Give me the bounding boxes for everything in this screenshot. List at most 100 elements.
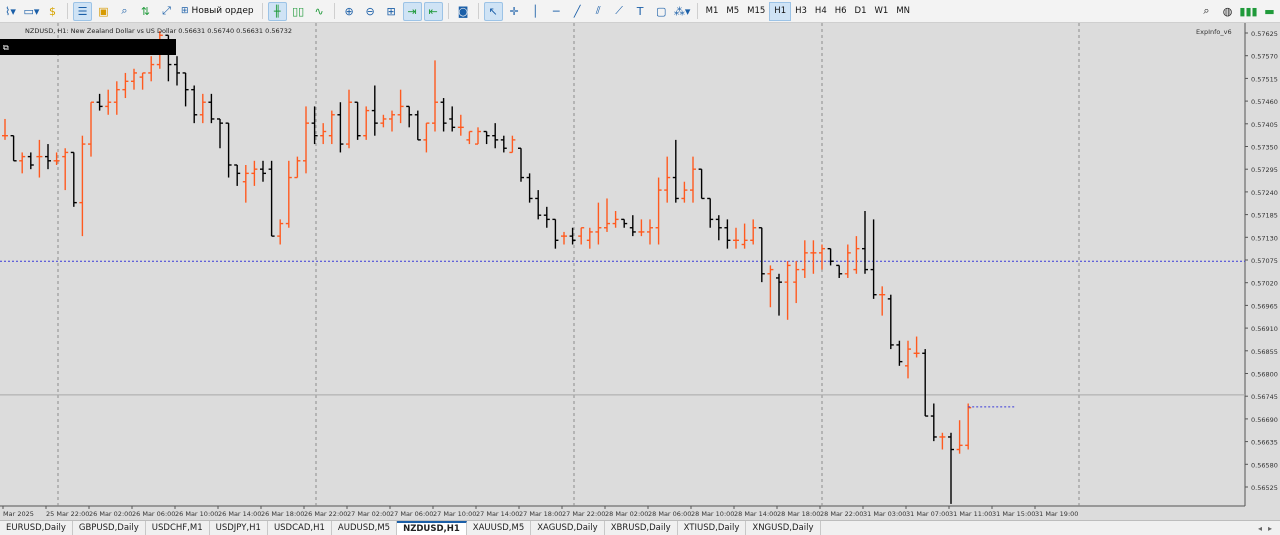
price-tick-label: 0.57240	[1251, 189, 1278, 197]
symbol-info-line: NZDUSD, H1: New Zealand Dollar vs US Dol…	[25, 27, 292, 35]
battery-icon[interactable]: ▬	[1260, 2, 1279, 21]
time-tick-label: 26 Mar 14:00	[218, 510, 261, 518]
signal-icon[interactable]: ▮▮▮	[1239, 2, 1258, 21]
time-tick-label: 31 Mar 03:00	[863, 510, 906, 518]
candlestick-icon[interactable]: ▯▯	[289, 2, 308, 21]
price-tick-label: 0.56580	[1251, 461, 1278, 469]
fibonacci-icon[interactable]: ⟋	[610, 2, 629, 21]
channel-icon[interactable]: ⫽	[589, 2, 608, 21]
zoom-in-icon[interactable]: ⊕	[340, 2, 359, 21]
new-order-button[interactable]: ⊞ Новый ордер	[177, 2, 258, 21]
new-order-label: Новый ордер	[191, 6, 254, 16]
time-tick-label: 31 Mar 15:00	[992, 510, 1035, 518]
time-tick-label: 28 Mar 18:00	[777, 510, 820, 518]
restore-panel-icon[interactable]: ⧉	[3, 43, 9, 52]
chart-tab[interactable]: EURUSD,Daily	[0, 521, 73, 535]
grid-icon[interactable]: ⊞	[382, 2, 401, 21]
timeframe-mn[interactable]: MN	[892, 2, 914, 21]
price-chart[interactable]: 0.57625 0.57570 0.57515 0.57460 0.57405 0.573…	[0, 23, 1280, 520]
trend-line-icon[interactable]: ╱	[568, 2, 587, 21]
price-tick-label: 0.57020	[1251, 280, 1278, 288]
vertical-line-icon[interactable]: │	[526, 2, 545, 21]
chart-tab[interactable]: NZDUSD,H1	[397, 521, 467, 535]
tab-scroll: ◂ ▸	[1258, 521, 1280, 535]
time-tick-label: 31 Mar 11:00	[949, 510, 992, 518]
price-tick-label: 0.57625	[1251, 30, 1278, 38]
price-tick-label: 0.57075	[1251, 257, 1278, 265]
scroll-right-icon[interactable]: ▸	[1268, 524, 1272, 533]
price-tick-label: 0.57350	[1251, 144, 1278, 152]
timeframe-h1[interactable]: H1	[769, 1, 792, 21]
chart-tab[interactable]: USDCAD,H1	[268, 521, 332, 535]
chart-area[interactable]: 0.57625 0.57570 0.57515 0.57460 0.57405 0.573…	[0, 23, 1280, 520]
chart-tab[interactable]: XBRUSD,Daily	[605, 521, 678, 535]
community-icon[interactable]: ◍	[1218, 2, 1237, 21]
chart-tab[interactable]: AUDUSD,M5	[332, 521, 398, 535]
main-toolbar: ⌇▾ ▭▾ $ ☰ ▣ ⌕ ⇅ ⤢ ⊞ Новый ордер ╫ ▯▯ ∿ ⊕…	[0, 0, 1280, 23]
chart-tab[interactable]: USDCHF,M1	[146, 521, 210, 535]
time-tick-label: 27 Mar 10:00	[433, 510, 476, 518]
search-icon[interactable]: ⌕	[1197, 2, 1216, 21]
time-tick-label: 31 Mar 07:00	[906, 510, 949, 518]
price-tick-label: 0.57515	[1251, 75, 1278, 83]
chart-tab[interactable]: XAGUSD,Daily	[531, 521, 605, 535]
price-tick-label: 0.57295	[1251, 166, 1278, 174]
timeframe-m5[interactable]: M5	[722, 2, 743, 21]
indicator-label: ExpInfo_v6	[1196, 28, 1232, 36]
chart-tab[interactable]: XTIUSD,Daily	[678, 521, 747, 535]
auto-scroll-icon[interactable]: ⇥	[402, 1, 422, 21]
timeframe-h4[interactable]: H4	[811, 2, 831, 21]
time-tick-label: 26 Mar 10:00	[175, 510, 218, 518]
price-tick-label: 0.57130	[1251, 234, 1278, 242]
chart-type-icon[interactable]: ⌇▾	[1, 2, 20, 21]
time-tick-label: 26 Mar 06:00	[132, 510, 175, 518]
price-tick-label: 0.56525	[1251, 484, 1278, 492]
shapes-icon[interactable]: ▢	[652, 2, 671, 21]
one-click-trading-panel[interactable]	[0, 39, 176, 55]
more-tools-icon[interactable]: ⁂▾	[673, 2, 692, 21]
timeframe-w1[interactable]: W1	[871, 2, 893, 21]
toolbar-right: ⌕ ◍ ▮▮▮ ▬	[1196, 2, 1280, 21]
time-tick-label: 28 Mar 10:00	[691, 510, 734, 518]
chart-tab[interactable]: XAUUSD,M5	[467, 521, 532, 535]
algo-trading-icon[interactable]: ⇅	[136, 2, 155, 21]
timeframe-m15[interactable]: M15	[743, 2, 769, 21]
timeframe-m1[interactable]: M1	[702, 2, 723, 21]
price-tick-label: 0.56745	[1251, 393, 1278, 401]
text-icon[interactable]: T	[631, 2, 650, 21]
scroll-left-icon[interactable]: ◂	[1258, 524, 1262, 533]
time-tick-label: 27 Mar 22:00	[562, 510, 605, 518]
data-window-icon[interactable]: ⌕	[115, 2, 134, 21]
timeframe-h3[interactable]: H3	[791, 2, 811, 21]
time-tick-label: 31 Mar 19:00	[1035, 510, 1078, 518]
fullscreen-icon[interactable]: ⤢	[157, 2, 176, 21]
toolbar-separator	[67, 3, 68, 19]
timeframe-bar: M1 M5 M15 H1 H3 H4 H6 D1 W1 MN	[702, 1, 914, 21]
horizontal-line-icon[interactable]: ─	[547, 2, 566, 21]
market-watch-icon[interactable]: ☰	[73, 1, 92, 21]
bar-chart-icon[interactable]: ╫	[267, 1, 287, 21]
new-order-icon: ⊞	[181, 6, 189, 16]
toolbar-separator	[261, 3, 263, 19]
time-tick-label: 25 Mar 22:00	[46, 510, 89, 518]
chart-background	[0, 23, 1280, 520]
chart-tab[interactable]: GBPUSD,Daily	[73, 521, 146, 535]
screenshot-icon[interactable]: ◙	[454, 2, 473, 21]
time-tick-label: 28 Mar 06:00	[648, 510, 691, 518]
chart-templates-icon[interactable]: ▭▾	[22, 2, 41, 21]
timeframe-d1[interactable]: D1	[851, 2, 871, 21]
timeframe-h6[interactable]: H6	[831, 2, 851, 21]
zoom-out-icon[interactable]: ⊖	[361, 2, 380, 21]
line-chart-icon[interactable]: ∿	[310, 2, 329, 21]
symbol-coin-icon[interactable]: $	[43, 2, 62, 21]
chart-tab[interactable]: USDJPY,H1	[210, 521, 268, 535]
time-tick-label: 28 Mar 22:00	[820, 510, 863, 518]
navigator-icon[interactable]: ▣	[94, 2, 113, 21]
time-tick-label: 26 Mar 22:00	[304, 510, 347, 518]
crosshair-icon[interactable]: ✛	[505, 2, 524, 21]
price-tick-label: 0.56635	[1251, 439, 1278, 447]
chart-shift-icon[interactable]: ⇤	[423, 1, 443, 21]
cursor-icon[interactable]: ↖	[483, 1, 503, 21]
tab-list: EURUSD,Daily GBPUSD,Daily USDCHF,M1 USDJPY,…	[0, 521, 821, 535]
chart-tab[interactable]: XNGUSD,Daily	[746, 521, 821, 535]
